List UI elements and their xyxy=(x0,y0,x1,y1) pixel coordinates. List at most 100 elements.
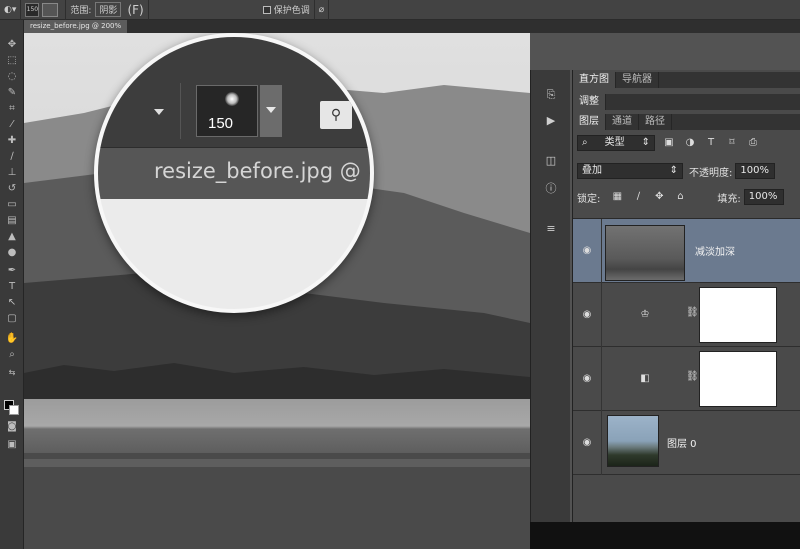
pixel-filter-icon[interactable]: ▣ xyxy=(662,137,676,149)
document-tab[interactable]: resize_before.jpg @ 200% xyxy=(24,20,128,33)
crop-tool-icon[interactable]: ⌗ xyxy=(4,102,20,116)
path-select-tool-icon[interactable]: ↖ xyxy=(4,296,20,310)
lock-label: 锁定: xyxy=(577,193,601,205)
lens-brush-size: 150 xyxy=(208,115,234,132)
tool-preset-picker[interactable]: ◐▾ xyxy=(0,0,22,20)
blend-row: 叠加 ⇕ 不透明度: 100% xyxy=(577,162,776,180)
pen-tool-icon[interactable]: ✒ xyxy=(4,264,20,278)
info-panel-icon[interactable]: ⓘ xyxy=(543,182,559,196)
lens-brush-panel-icon: ⚲ xyxy=(320,101,352,129)
panel-dock: 直方图 导航器 调整 图层 通道 路径 ⌕ 类型 ⇕ ▣ ◑ T ⌑ ⎙ 叠加 … xyxy=(572,70,800,522)
marquee-tool-icon[interactable]: ⬚ xyxy=(4,54,20,68)
tab-histogram[interactable]: 直方图 xyxy=(573,72,616,88)
layer-name: 图层 0 xyxy=(667,439,697,450)
lock-pixels-icon[interactable]: ∕ xyxy=(631,191,645,203)
lock-position-icon[interactable]: ✥ xyxy=(652,191,666,203)
histogram-tabs: 直方图 导航器 xyxy=(573,72,800,88)
range-label: 范围: xyxy=(70,6,92,16)
tab-navigator[interactable]: 导航器 xyxy=(616,72,659,88)
brightness-adjustment-icon: ♔ xyxy=(640,309,650,320)
eraser-tool-icon[interactable]: ▭ xyxy=(4,198,20,212)
brush-size-readout: 150 xyxy=(25,2,40,17)
layers-controls: ⌕ 类型 ⇕ ▣ ◑ T ⌑ ⎙ 叠加 ⇕ 不透明度: 100% 锁定: ▦ ∕… xyxy=(573,132,800,212)
layer-mask-thumbnail[interactable] xyxy=(699,287,777,343)
layer-row-adjustment-1[interactable]: ◉ ♔ ⛓ xyxy=(573,283,800,347)
layer-filter-select[interactable]: ⌕ 类型 ⇕ xyxy=(577,135,655,151)
eyedropper-tool-icon[interactable]: ⁄ xyxy=(4,118,20,132)
smart-object-filter-icon[interactable]: ⎙ xyxy=(746,137,760,149)
lasso-tool-icon[interactable]: ◌ xyxy=(4,70,20,84)
quick-mask-icon[interactable]: ◙ xyxy=(4,420,20,434)
opacity-input[interactable]: 100% xyxy=(735,163,776,179)
tab-paths[interactable]: 路径 xyxy=(639,114,672,130)
eye-column-divider xyxy=(601,347,602,411)
tool-presets-panel-icon[interactable]: ≡ xyxy=(543,222,559,236)
quick-select-tool-icon[interactable]: ✎ xyxy=(4,86,20,100)
lock-all-icon[interactable]: ⌂ xyxy=(673,191,687,203)
tablet-pressure-toggle[interactable]: ⌀ xyxy=(315,0,330,20)
layer-filter-row: ⌕ 类型 ⇕ ▣ ◑ T ⌑ ⎙ xyxy=(577,134,760,152)
screen-mode-icon[interactable]: ▣ xyxy=(4,438,20,452)
background-color-swatch[interactable] xyxy=(9,405,19,415)
layer-name: 减淡加深 xyxy=(695,247,735,258)
brush-tool-icon[interactable]: ∕ xyxy=(4,150,20,164)
history-panel-icon[interactable]: ⎘ xyxy=(543,88,559,102)
swap-colors-icon[interactable]: ⇆ xyxy=(4,366,20,380)
eye-icon[interactable]: ◉ xyxy=(581,373,593,385)
lens-separator xyxy=(180,83,181,139)
tab-layers[interactable]: 图层 xyxy=(573,114,606,130)
canvas-background-region xyxy=(530,522,800,549)
eye-icon[interactable]: ◉ xyxy=(581,309,593,321)
range-select[interactable]: 阴影 xyxy=(95,2,122,17)
fill-input[interactable]: 100% xyxy=(743,189,784,205)
actions-panel-icon[interactable]: ▶ xyxy=(543,114,559,128)
black-white-adjustment-icon: ◧ xyxy=(640,373,650,384)
type-filter-icon[interactable]: T xyxy=(704,137,718,149)
protect-tones-checkbox[interactable] xyxy=(262,5,271,14)
blend-mode-select[interactable]: 叠加 ⇕ xyxy=(577,163,683,179)
document-canvas[interactable]: 150 ⚲ resize_before.jpg @ xyxy=(24,33,530,549)
lens-dropdown-caret-icon xyxy=(154,109,164,115)
chevron-down-icon: ⇕ xyxy=(641,137,650,148)
lens-brush-dropdown xyxy=(260,85,282,137)
hand-tool-icon[interactable]: ✋ xyxy=(4,332,20,346)
lens-document-title: resize_before.jpg @ xyxy=(154,159,361,183)
move-tool-icon[interactable]: ✥ xyxy=(4,38,20,52)
collapsed-panel-strip: ⎘ ▶ ◫ ⓘ ≡ xyxy=(530,70,570,522)
healing-tool-icon[interactable]: ✚ xyxy=(4,134,20,148)
eye-icon[interactable]: ◉ xyxy=(581,437,593,449)
layer-row-dodge-burn[interactable]: ◉ 减淡加深 xyxy=(573,219,800,283)
stamp-tool-icon[interactable]: ⊥ xyxy=(4,166,20,180)
brush-panel-icon[interactable] xyxy=(42,2,59,17)
blend-mode-value: 叠加 xyxy=(582,165,602,176)
protect-tones-label: 保护色调 xyxy=(273,6,310,16)
layer-row-adjustment-2[interactable]: ◉ ◧ ⛓ xyxy=(573,347,800,411)
tab-channels[interactable]: 通道 xyxy=(606,114,639,130)
magnifier-lens: 150 ⚲ resize_before.jpg @ xyxy=(94,33,374,313)
layer-row-photo[interactable]: ◉ 图层 0 xyxy=(573,411,800,475)
layer-filter-value: 类型 xyxy=(604,137,625,148)
properties-panel-icon[interactable]: ◫ xyxy=(543,154,559,168)
adjustment-filter-icon[interactable]: ◑ xyxy=(683,137,697,149)
protect-tones-group[interactable]: 保护色调 xyxy=(259,0,315,20)
history-brush-tool-icon[interactable]: ↺ xyxy=(4,182,20,196)
shape-filter-icon[interactable]: ⌑ xyxy=(725,137,739,149)
tab-adjustments[interactable]: 调整 xyxy=(573,94,606,110)
options-bar: ◐▾ 150 范围: 阴影 (F) 保护色调 ⌀ xyxy=(0,0,800,20)
eye-icon[interactable]: ◉ xyxy=(581,245,593,257)
blur-tool-icon[interactable]: ▲ xyxy=(4,230,20,244)
shape-tool-icon[interactable]: ▢ xyxy=(4,312,20,326)
pen-pressure-icon: ⌀ xyxy=(318,4,325,15)
layer-thumbnail xyxy=(607,415,659,467)
layer-mask-thumbnail[interactable] xyxy=(699,351,777,407)
fill-label: 填充: xyxy=(717,193,741,205)
brush-picker[interactable]: 150 xyxy=(21,0,67,20)
lock-transparency-icon[interactable]: ▦ xyxy=(610,191,624,203)
type-tool-icon[interactable]: T xyxy=(4,280,20,294)
layer-list: ◉ 减淡加深 ◉ ♔ ⛓ ◉ ◧ ⛓ ◉ 图层 0 xyxy=(573,218,800,522)
eye-column-divider xyxy=(601,283,602,347)
gradient-tool-icon[interactable]: ▤ xyxy=(4,214,20,228)
zoom-tool-icon[interactable]: ⌕ xyxy=(4,348,20,362)
dodge-tool-icon[interactable]: ● xyxy=(4,246,20,260)
search-icon: ⌕ xyxy=(582,137,588,148)
